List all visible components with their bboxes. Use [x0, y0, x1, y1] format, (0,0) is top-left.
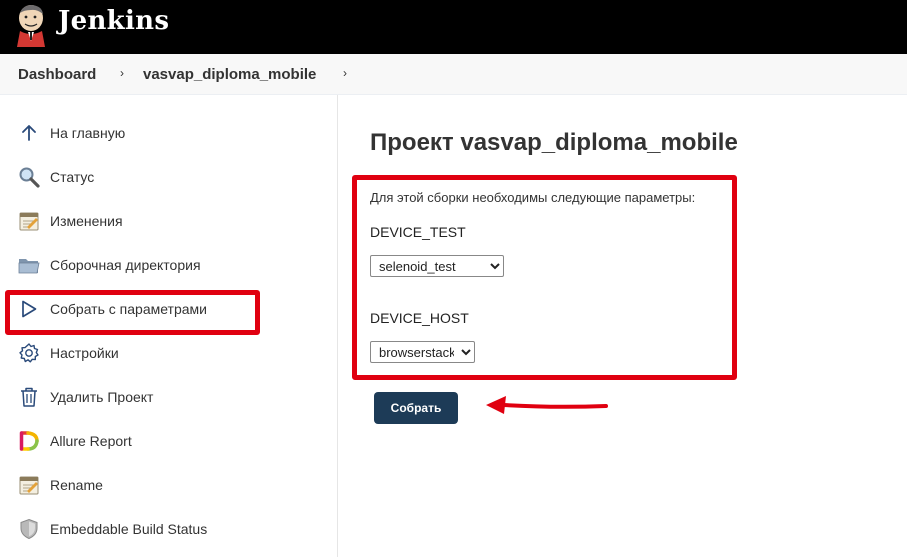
top-header: Jenkins: [0, 0, 907, 54]
notepad-icon: [17, 209, 41, 233]
sidebar-item-allure-report[interactable]: Allure Report: [17, 428, 132, 454]
breadcrumb-dashboard[interactable]: Dashboard: [18, 66, 96, 83]
breadcrumb: Dashboard › vasvap_diploma_mobile ›: [0, 54, 907, 95]
sidebar-item-label: Изменения: [50, 213, 123, 229]
sidebar-item-label: Статус: [50, 169, 95, 185]
notepad-icon: [17, 473, 41, 497]
jenkins-logo-icon[interactable]: [15, 3, 48, 47]
sidebar-item-label: Embeddable Build Status: [50, 521, 208, 537]
sidebar-item-label: На главную: [50, 125, 126, 141]
breadcrumb-separator[interactable]: ›: [120, 66, 124, 80]
build-button[interactable]: Собрать: [374, 392, 458, 424]
sidebar-item-label: Удалить Проект: [50, 389, 154, 405]
breadcrumb-project[interactable]: vasvap_diploma_mobile: [143, 66, 316, 83]
brand-title[interactable]: Jenkins: [58, 6, 169, 36]
sidebar-item-label: Allure Report: [50, 433, 132, 449]
sidebar-item-label: Сборочная директория: [50, 257, 201, 273]
allure-icon: [17, 429, 41, 453]
sidebar-item-label: Настройки: [50, 345, 119, 361]
folder-icon: [17, 253, 41, 277]
shield-icon: [17, 517, 41, 541]
sidebar-item-label: Rename: [50, 477, 103, 493]
gear-icon: [17, 341, 41, 365]
sidebar-item-changes[interactable]: Изменения: [17, 208, 123, 234]
sidebar-item-settings[interactable]: Настройки: [17, 340, 119, 366]
sidebar-item-workspace[interactable]: Сборочная директория: [17, 252, 201, 278]
sidebar-item-status[interactable]: Статус: [17, 164, 94, 190]
sidebar-item-home[interactable]: На главную: [17, 120, 125, 146]
sidebar-item-rename[interactable]: Rename: [17, 472, 103, 498]
highlight-parameters: [352, 175, 737, 380]
page-title: Проект vasvap_diploma_mobile: [370, 129, 738, 156]
breadcrumb-separator[interactable]: ›: [343, 66, 347, 80]
arrow-annotation-icon: [486, 396, 608, 414]
sidebar-item-embeddable-build-status[interactable]: Embeddable Build Status: [17, 516, 207, 542]
arrow-up-icon: [17, 121, 41, 145]
search-icon: [17, 165, 41, 189]
sidebar-item-delete-project[interactable]: Удалить Проект: [17, 384, 153, 410]
trash-icon: [17, 385, 41, 409]
highlight-build-with-parameters: [5, 290, 260, 335]
